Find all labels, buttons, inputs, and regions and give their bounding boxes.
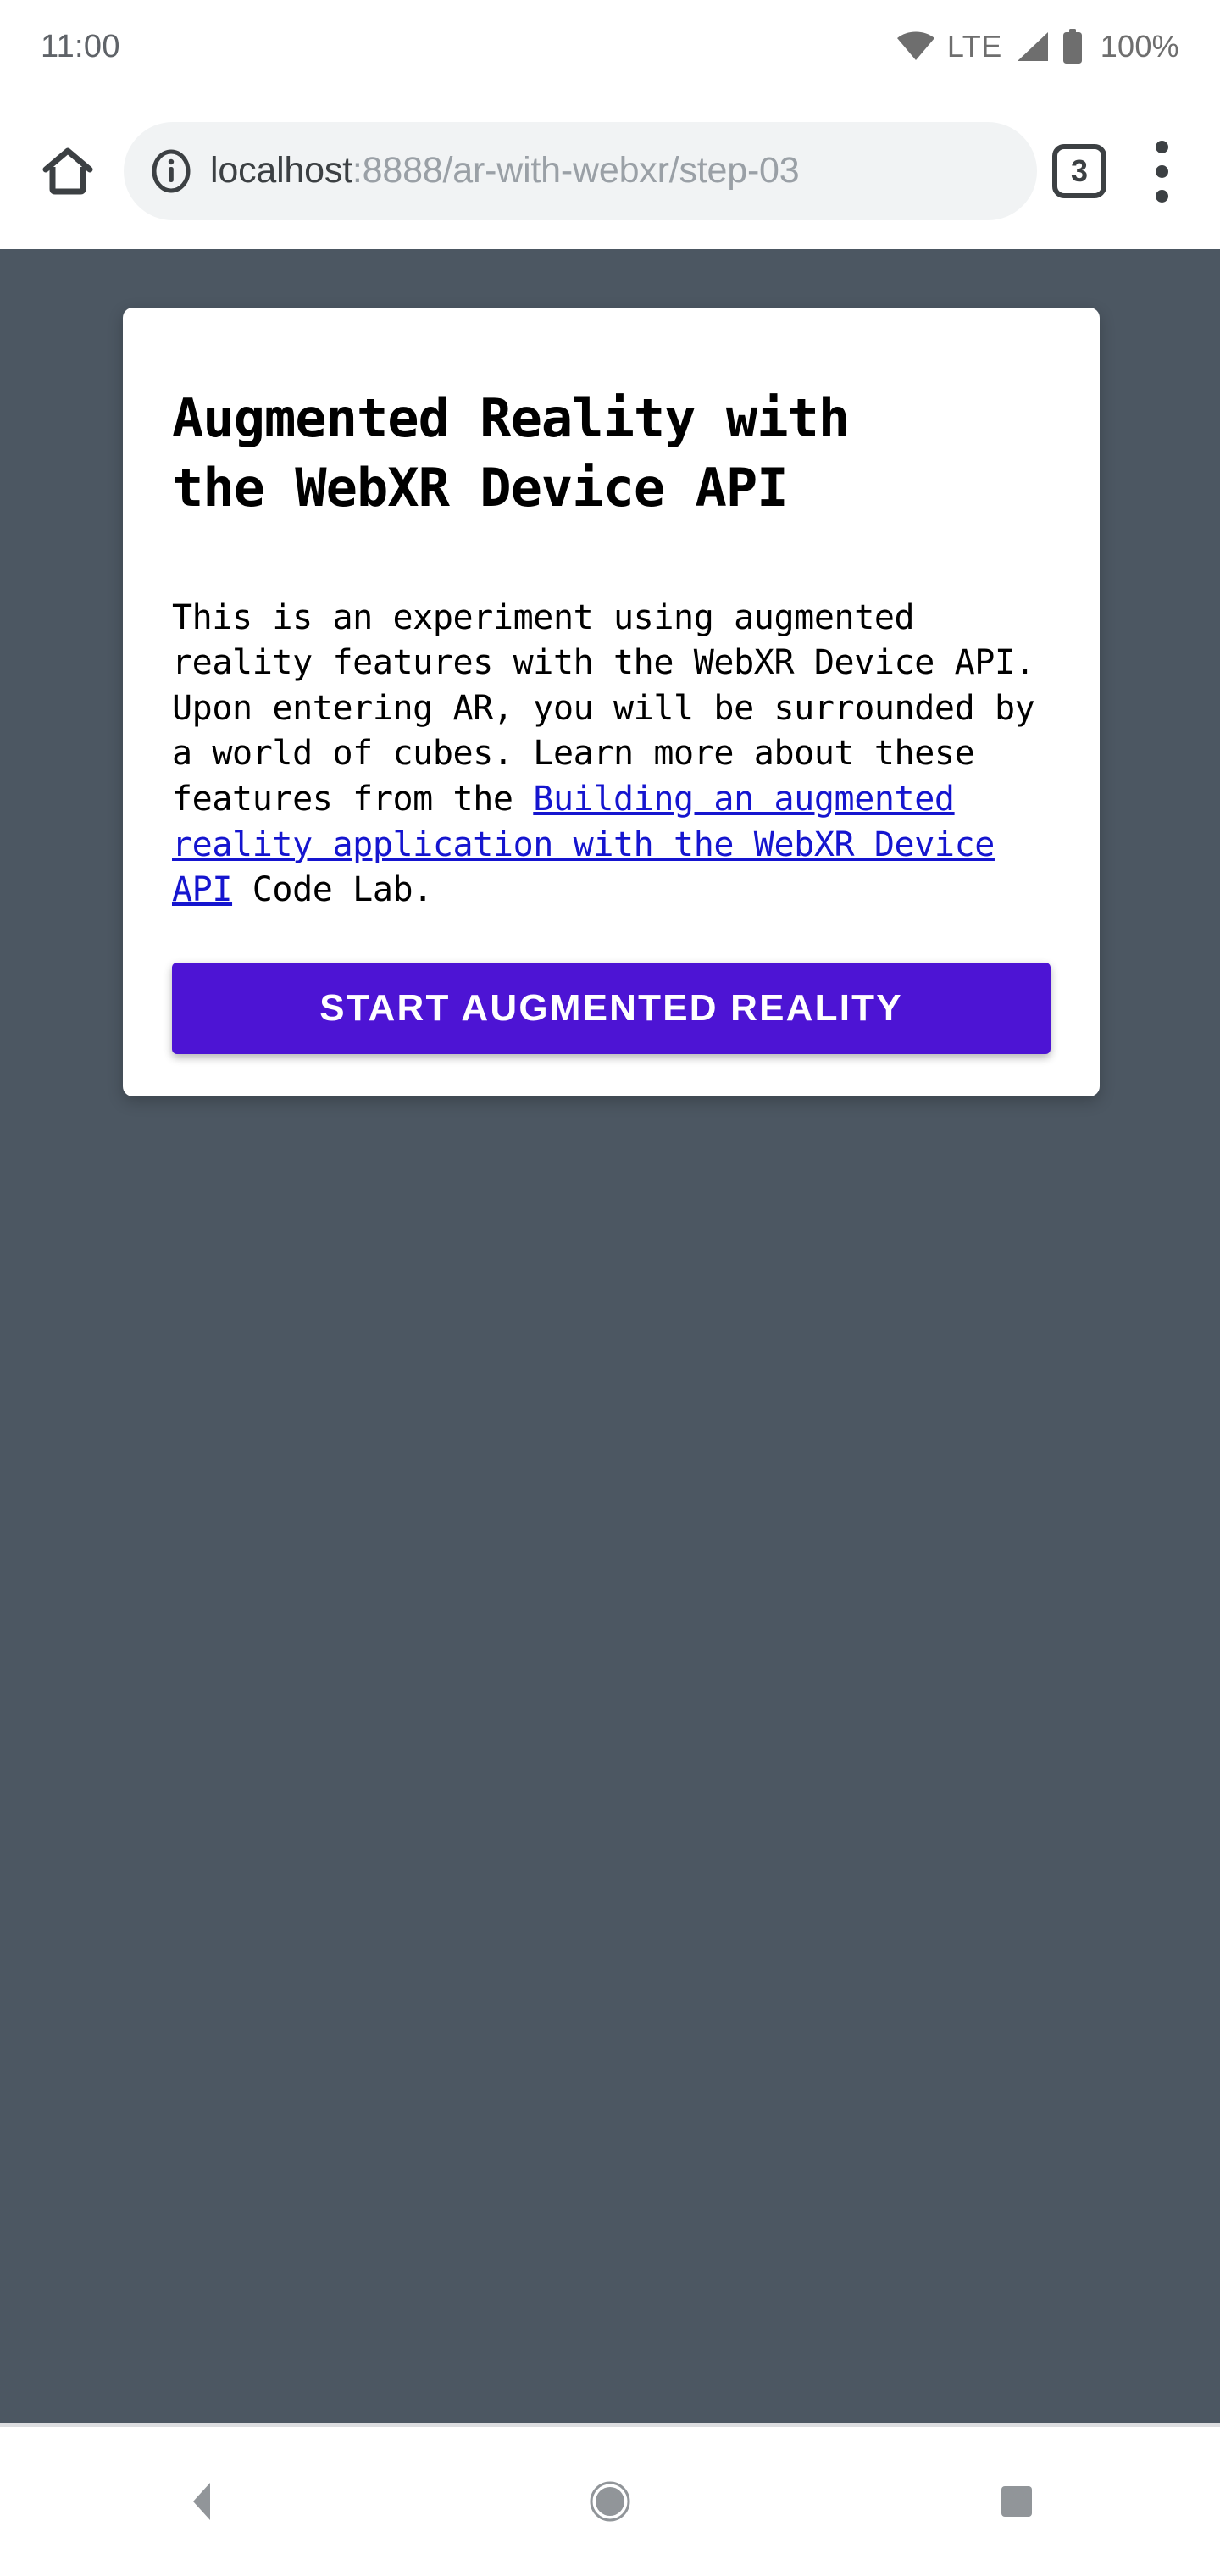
page-description: This is an experiment using augmented re… xyxy=(172,596,1051,913)
page-title: Augmented Reality with the WebXR Device … xyxy=(172,387,850,519)
menu-dot-1 xyxy=(1155,140,1168,153)
page-viewport: Augmented Reality with the WebXR Device … xyxy=(0,249,1220,2423)
status-bar: 11:00 LTE 100% xyxy=(0,0,1220,93)
url-path: :8888/ar-with-webxr/step-03 xyxy=(352,151,800,192)
url-text: localhost:8888/ar-with-webxr/step-03 xyxy=(210,151,800,191)
url-host: localhost xyxy=(210,151,352,192)
home-icon xyxy=(42,145,94,197)
network-type-label: LTE xyxy=(946,29,1002,64)
url-bar[interactable]: localhost:8888/ar-with-webxr/step-03 xyxy=(124,122,1037,220)
menu-dot-3 xyxy=(1155,189,1168,203)
recents-square-icon xyxy=(991,2476,1042,2527)
android-navigation-bar xyxy=(0,2423,1220,2576)
home-button-nav[interactable] xyxy=(546,2438,674,2565)
description-text-after-link: Code Lab. xyxy=(232,870,434,910)
home-button[interactable] xyxy=(29,132,107,210)
status-clock: 11:00 xyxy=(41,29,120,64)
back-button[interactable] xyxy=(140,2438,267,2565)
page-info-icon[interactable] xyxy=(149,149,193,193)
three-dot-menu-icon[interactable] xyxy=(1132,132,1191,210)
content-card: Augmented Reality with the WebXR Device … xyxy=(123,308,1100,1097)
back-triangle-icon xyxy=(178,2476,229,2527)
start-augmented-reality-button[interactable]: START AUGMENTED REALITY xyxy=(172,962,1051,1055)
menu-dot-2 xyxy=(1155,164,1168,178)
tab-switcher-button[interactable]: 3 xyxy=(1052,144,1106,198)
status-indicators: LTE 100% xyxy=(896,29,1179,64)
wifi-icon xyxy=(896,31,935,62)
browser-toolbar: localhost:8888/ar-with-webxr/step-03 3 xyxy=(0,93,1220,249)
battery-icon xyxy=(1062,29,1084,64)
battery-percent-label: 100% xyxy=(1100,29,1179,64)
cellular-signal-icon xyxy=(1014,31,1050,63)
home-circle-icon xyxy=(585,2476,635,2527)
recents-button[interactable] xyxy=(953,2438,1080,2565)
